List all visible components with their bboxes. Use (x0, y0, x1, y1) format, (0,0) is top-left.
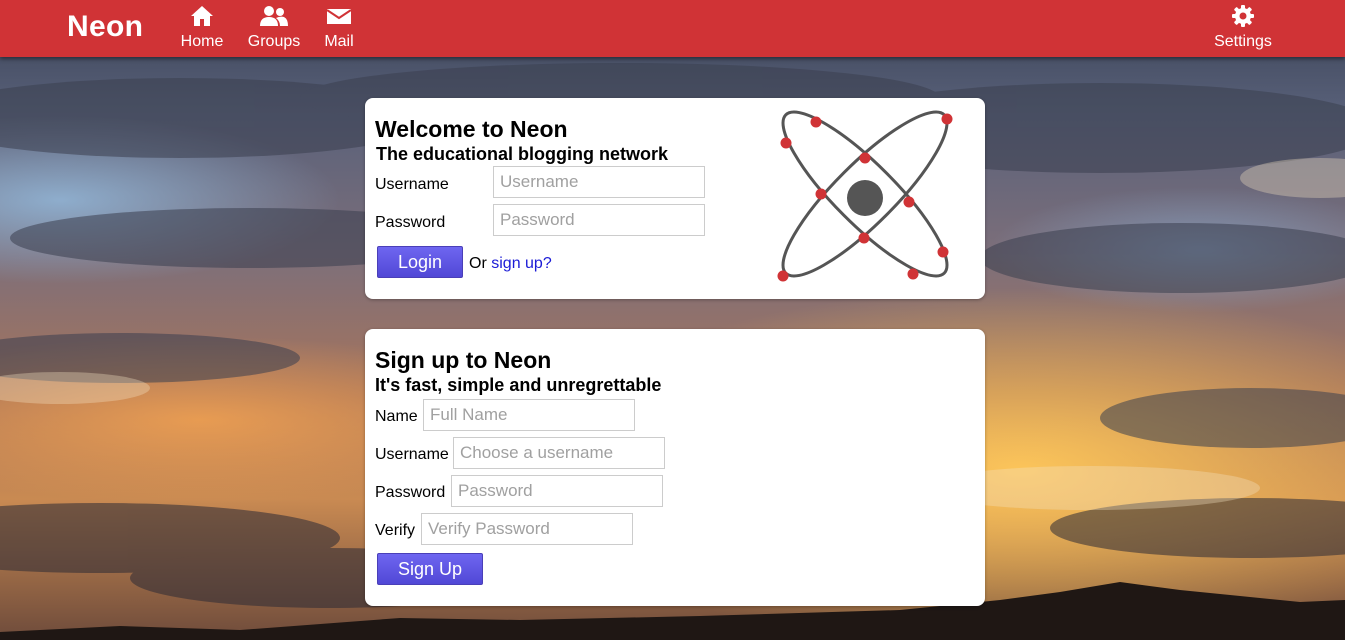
home-icon (180, 4, 224, 28)
verify-label: Verify (375, 522, 416, 539)
signup-username-label: Username (375, 446, 449, 463)
name-label: Name (375, 408, 418, 425)
signup-password-label: Password (375, 484, 446, 501)
login-card: Welcome to Neon The educational blogging… (365, 98, 985, 299)
nav-settings[interactable]: Settings (1212, 4, 1274, 51)
signup-name-input[interactable] (423, 399, 635, 431)
nav-mail[interactable]: Mail (322, 4, 356, 51)
nav-groups-label: Groups (247, 33, 301, 50)
signup-verify-input[interactable] (421, 513, 633, 545)
users-icon (246, 4, 302, 28)
signup-title: Sign up to Neon (375, 347, 552, 373)
signup-card: Sign up to Neon It's fast, simple and un… (365, 329, 985, 606)
nav-home[interactable]: Home (180, 4, 224, 51)
login-title: Welcome to Neon (375, 116, 568, 142)
signup-password-input[interactable] (451, 475, 663, 507)
signup-subtitle: It's fast, simple and unregrettable (375, 375, 662, 395)
or-text: Or (469, 255, 487, 272)
mail-icon (322, 4, 356, 28)
login-button[interactable]: Login (377, 246, 463, 278)
gear-icon (1212, 4, 1274, 28)
signup-username-input[interactable] (453, 437, 665, 469)
nav-mail-label: Mail (324, 33, 354, 50)
top-navbar: Neon Home Groups Mail Settings (0, 0, 1345, 57)
nav-settings-label: Settings (1214, 33, 1272, 50)
signup-button[interactable]: Sign Up (377, 553, 483, 585)
login-subtitle: The educational blogging network (376, 144, 669, 164)
signup-prompt: Or sign up? (469, 255, 552, 273)
brand-logo[interactable]: Neon (67, 10, 143, 44)
signup-link[interactable]: sign up? (491, 255, 552, 272)
login-username-input[interactable] (493, 166, 705, 198)
nav-home-label: Home (180, 33, 224, 50)
password-label: Password (375, 214, 446, 231)
atom-logo (777, 110, 953, 282)
nav-groups[interactable]: Groups (246, 4, 302, 51)
login-password-input[interactable] (493, 204, 705, 236)
username-label: Username (375, 176, 449, 193)
